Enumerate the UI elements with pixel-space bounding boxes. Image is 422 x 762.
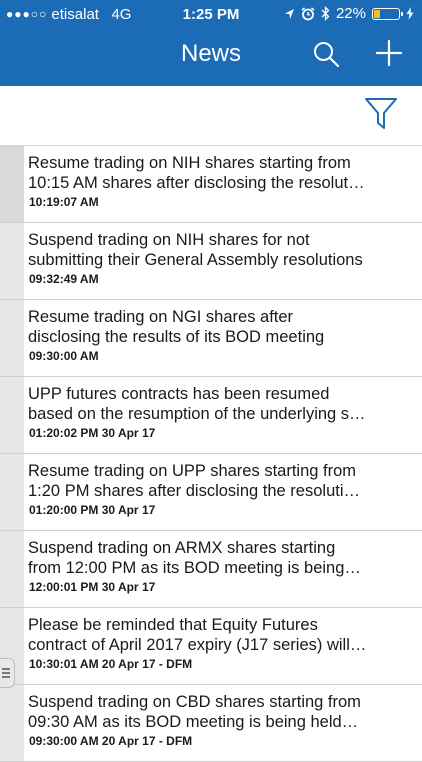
plus-icon[interactable]: [374, 38, 404, 68]
news-headline: Suspend trading on NIH shares for not sub…: [28, 230, 400, 270]
news-headline-line1: Suspend trading on ARMX shares starting: [28, 539, 336, 557]
news-timestamp: 01:20:00 PM 30 Apr 17: [29, 503, 156, 517]
row-stripe: [0, 531, 24, 607]
news-headline-line1: Suspend trading on CBD shares starting f…: [28, 693, 361, 711]
news-timestamp: 12:00:01 PM 30 Apr 17: [29, 580, 156, 594]
drawer-handle[interactable]: [0, 658, 15, 688]
news-headline: Resume trading on NIH shares starting fr…: [28, 153, 400, 193]
news-headline-line2: from 12:00 PM as its BOD meeting is bein…: [28, 559, 361, 577]
page-title: News: [180, 40, 241, 67]
news-headline-line2: 09:30 AM as its BOD meeting is being hel…: [28, 713, 359, 731]
news-headline: Resume trading on UPP shares starting fr…: [28, 461, 400, 501]
news-headline-line2: based on the resumption of the underlyin…: [28, 405, 366, 423]
news-headline-line1: Please be reminded that Equity Futures: [28, 616, 318, 634]
news-item[interactable]: UPP futures contracts has been resumed ba…: [0, 377, 422, 454]
news-item[interactable]: Resume trading on NGI shares after disclo…: [0, 300, 422, 377]
news-timestamp: 09:32:49 AM: [29, 272, 99, 286]
row-stripe: [0, 300, 24, 376]
news-item[interactable]: Suspend trading on NIH shares for not sub…: [0, 223, 422, 300]
charging-bolt-icon: [406, 7, 414, 20]
news-item[interactable]: Suspend trading on ARMX shares starting f…: [0, 531, 422, 608]
news-headline-line1: Suspend trading on NIH shares for not: [28, 231, 310, 249]
bluetooth-icon: [321, 6, 330, 21]
status-bar: ●●●○○ etisalat 4G 1:25 PM 22%: [0, 0, 422, 30]
news-headline-line1: Resume trading on NIH shares starting fr…: [28, 154, 351, 172]
row-stripe: [0, 146, 24, 222]
row-stripe: [0, 223, 24, 299]
news-headline: Suspend trading on CBD shares starting f…: [28, 692, 400, 732]
news-timestamp: 10:30:01 AM 20 Apr 17 - DFM: [29, 657, 193, 671]
news-headline: Suspend trading on ARMX shares starting f…: [28, 538, 400, 578]
news-headline-line1: Resume trading on NGI shares after: [28, 308, 294, 326]
news-item[interactable]: Suspend trading on CBD shares starting f…: [0, 685, 422, 762]
news-timestamp: 09:30:00 AM 20 Apr 17 - DFM: [29, 734, 193, 748]
battery-icon: [372, 7, 403, 20]
location-arrow-icon: [284, 8, 294, 19]
news-timestamp: 09:30:00 AM: [29, 349, 99, 363]
news-list: Resume trading on NIH shares starting fr…: [0, 146, 422, 762]
status-right: 22%: [284, 5, 414, 22]
news-headline-line1: Resume trading on UPP shares starting fr…: [28, 462, 357, 480]
news-headline: Please be reminded that Equity Futures co…: [28, 615, 400, 655]
row-stripe: [0, 377, 24, 453]
news-headline: UPP futures contracts has been resumed ba…: [28, 384, 400, 424]
news-headline-line2: submitting their General Assembly resolu…: [28, 251, 363, 269]
alarm-icon: [301, 6, 315, 20]
search-icon[interactable]: [312, 40, 340, 68]
battery-level: [374, 9, 380, 18]
app-header: ●●●○○ etisalat 4G 1:25 PM 22% News: [0, 0, 422, 86]
news-headline-line2: 10:15 AM shares after disclosing the res…: [28, 174, 365, 192]
news-headline-line2: disclosing the results of its BOD meetin…: [28, 328, 325, 346]
battery-percent: 22%: [335, 5, 366, 22]
row-stripe: [0, 454, 24, 530]
news-headline-line2: 1:20 PM shares after disclosing the reso…: [28, 482, 360, 500]
news-item[interactable]: Please be reminded that Equity Futures co…: [0, 608, 422, 685]
filter-funnel-icon[interactable]: [364, 96, 398, 132]
news-timestamp: 10:19:07 AM: [29, 195, 99, 209]
filter-bar: [0, 86, 422, 146]
news-headline-line1: UPP futures contracts has been resumed: [28, 385, 330, 403]
news-headline-line2: contract of April 2017 expiry (J17 serie…: [28, 636, 367, 654]
news-item[interactable]: Resume trading on UPP shares starting fr…: [0, 454, 422, 531]
news-timestamp: 01:20:02 PM 30 Apr 17: [29, 426, 156, 440]
news-headline: Resume trading on NGI shares after disclo…: [28, 307, 400, 347]
news-item[interactable]: Resume trading on NIH shares starting fr…: [0, 146, 422, 223]
